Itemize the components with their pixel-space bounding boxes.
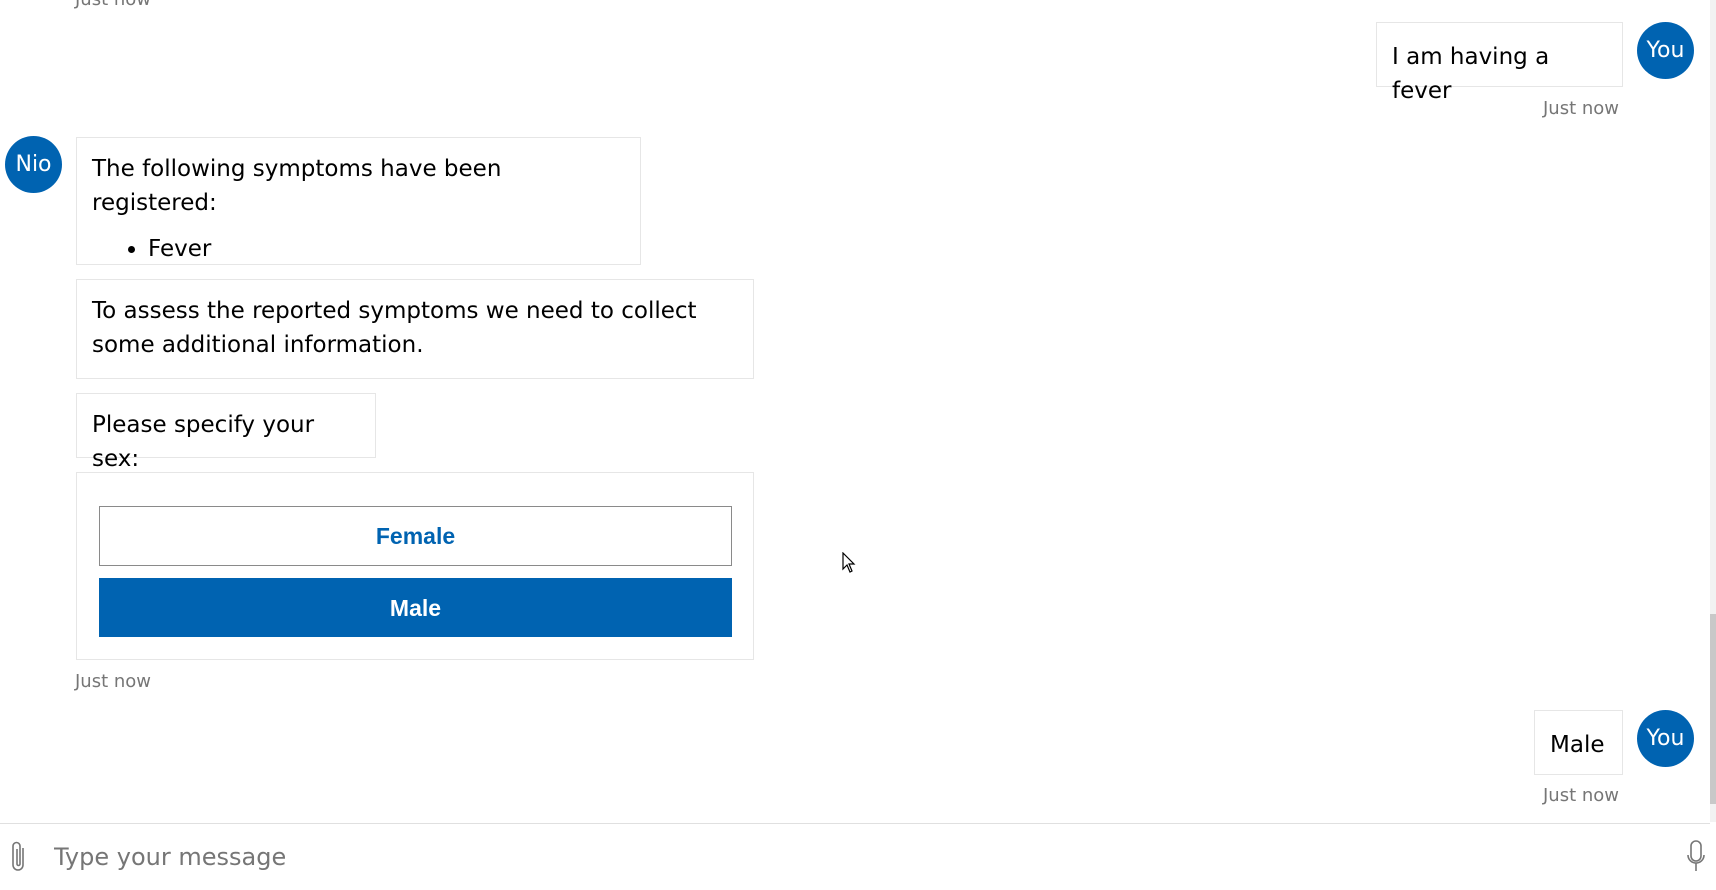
bot-sex-prompt-bubble: Please specify your sex:	[76, 393, 376, 472]
user-message-timestamp: Just now	[1543, 98, 1620, 119]
symptoms-intro-text: The following symptoms have been registe…	[92, 156, 502, 216]
user-message-bubble: I am having a fever	[1376, 22, 1623, 104]
message-input[interactable]	[52, 834, 1656, 880]
bot-symptoms-bubble: The following symptoms have been registe…	[76, 137, 641, 265]
user-message-text: I am having a fever	[1392, 44, 1550, 104]
bot-message-timestamp: Just now	[75, 671, 152, 692]
microphone-icon[interactable]	[1686, 839, 1706, 875]
sex-prompt-text: Please specify your sex:	[92, 412, 315, 472]
paperclip-icon[interactable]	[8, 840, 30, 874]
scrollbar-thumb[interactable]	[1710, 614, 1716, 804]
female-option-button[interactable]: Female	[99, 506, 732, 566]
mouse-pointer-icon	[842, 551, 856, 574]
user-avatar-2: You	[1637, 710, 1694, 767]
sex-options-card: Female Male	[76, 472, 754, 660]
bot-assess-bubble: To assess the reported symptoms we need …	[76, 279, 754, 379]
partial-timestamp: Just now	[75, 0, 151, 10]
user-avatar: You	[1637, 22, 1694, 79]
user-message-timestamp-2: Just now	[1543, 785, 1620, 806]
male-option-button[interactable]: Male	[99, 578, 732, 637]
assess-text: To assess the reported symptoms we need …	[92, 298, 697, 358]
user-message-text-2: Male	[1550, 732, 1605, 758]
bot-avatar: Nio	[5, 136, 62, 193]
user-message-bubble-2: Male	[1534, 710, 1623, 775]
symptoms-list: Fever	[92, 232, 625, 266]
message-composer	[0, 823, 1710, 890]
symptom-item: Fever	[148, 232, 625, 266]
